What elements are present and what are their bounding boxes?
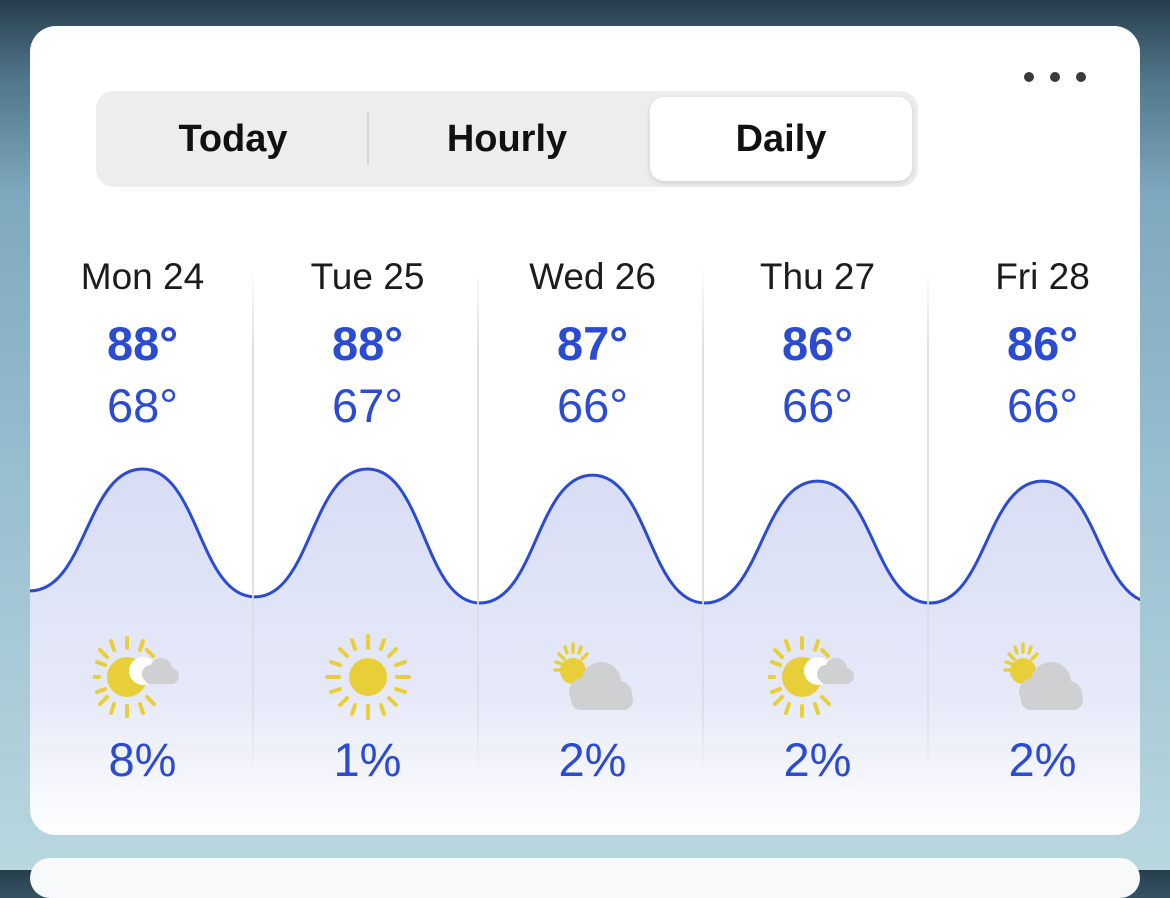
day-label: Thu 27 [759, 256, 876, 297]
low-temp: 68° [106, 379, 179, 432]
day-column-fri[interactable]: Fri 28 86° 66° 2% [930, 26, 1140, 835]
low-temp: 66° [1006, 379, 1079, 432]
precip-chance: 1% [333, 733, 402, 786]
cloud-sun-icon [552, 642, 633, 710]
sun-cloud-icon [767, 636, 854, 718]
precip-chance: 2% [783, 733, 852, 786]
day-label: Fri 28 [995, 256, 1090, 297]
daily-forecast-card: Today Hourly Daily Mon 24 88° 68° 8% Tue… [30, 26, 1140, 835]
low-temp: 66° [556, 379, 629, 432]
day-label: Mon 24 [80, 256, 205, 297]
low-temp: 66° [781, 379, 854, 432]
day-column-tue[interactable]: Tue 25 88° 67° 1% [255, 26, 480, 835]
day-label: Wed 26 [529, 256, 656, 297]
precip-chance: 2% [558, 733, 627, 786]
high-temp: 86° [781, 317, 854, 370]
day-column-wed[interactable]: Wed 26 87° 66° 2% [480, 26, 705, 835]
high-temp: 88° [106, 317, 179, 370]
low-temp: 67° [331, 379, 404, 432]
high-temp: 87° [556, 317, 629, 370]
sun-icon [324, 634, 411, 720]
day-column-thu[interactable]: Thu 27 86° 66° 2% [705, 26, 930, 835]
sun-cloud-icon [92, 636, 179, 718]
day-label: Tue 25 [310, 256, 425, 297]
precip-chance: 8% [108, 733, 177, 786]
precip-chance: 2% [1008, 733, 1077, 786]
high-temp: 88° [331, 317, 404, 370]
next-card-edge [30, 858, 1140, 898]
high-temp: 86° [1006, 317, 1079, 370]
day-column-mon[interactable]: Mon 24 88° 68° 8% [30, 26, 255, 835]
cloud-sun-icon [1002, 642, 1083, 710]
